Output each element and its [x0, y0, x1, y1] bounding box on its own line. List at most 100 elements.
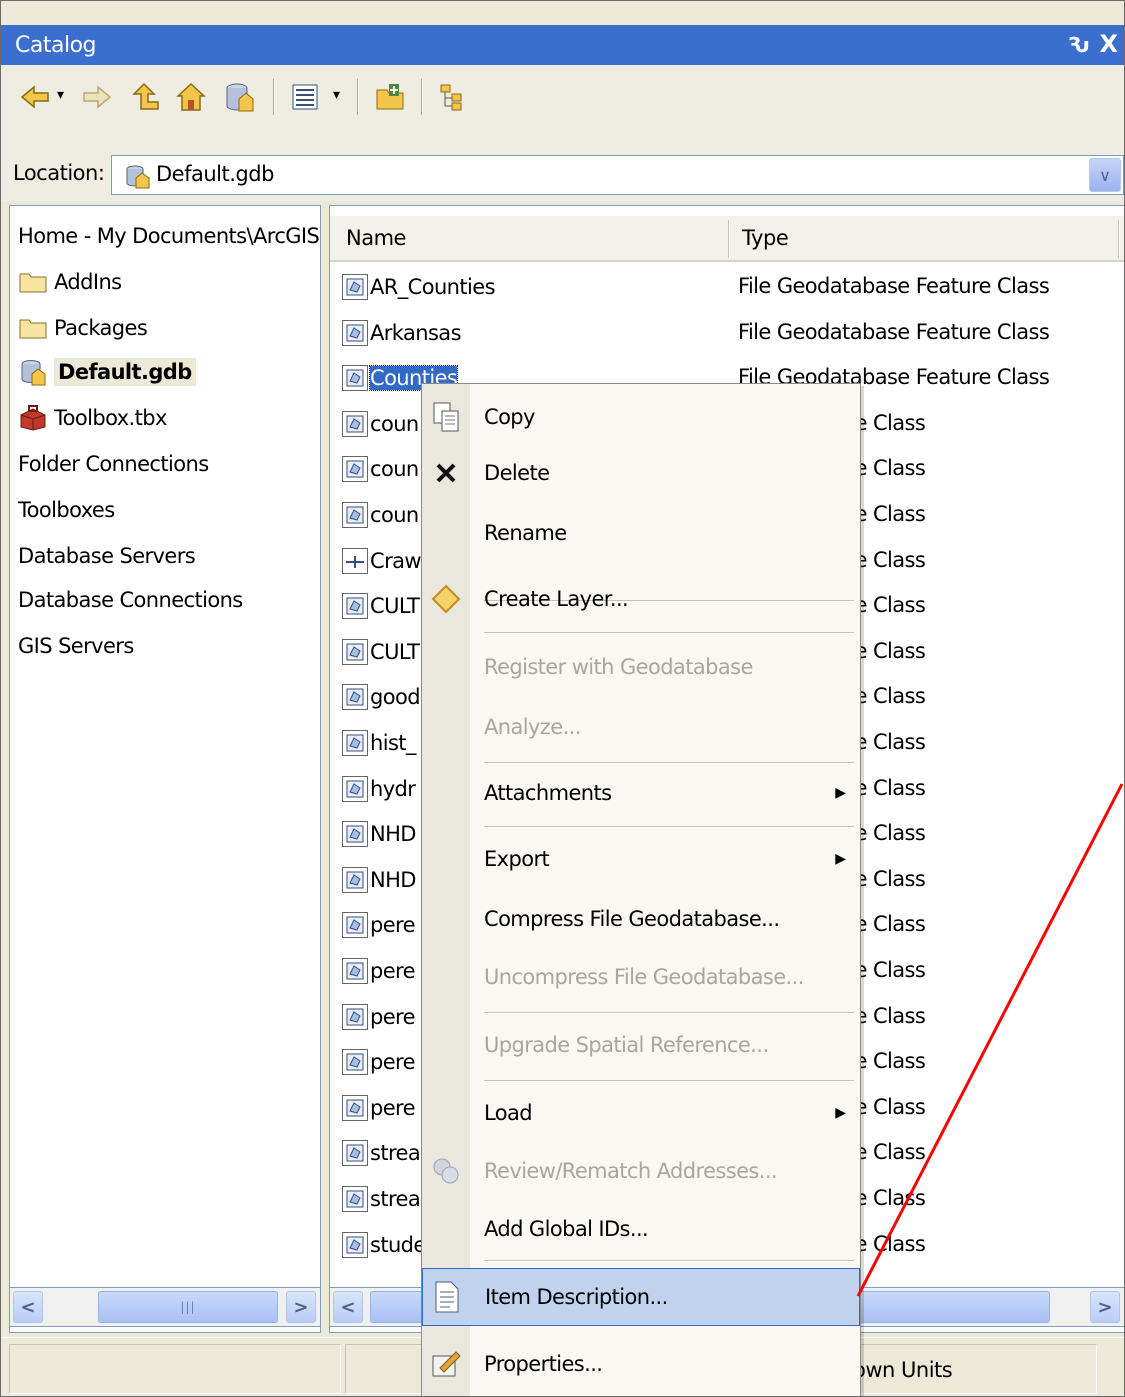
toggle-contents-panel-icon[interactable]	[435, 79, 471, 115]
tree-item-database-servers[interactable]: Database Servers	[18, 536, 196, 576]
polygon-feature-class-icon	[342, 684, 368, 711]
tree-item-folder-connections[interactable]: Folder Connections	[18, 444, 209, 484]
menu-item-export[interactable]: Export ▶	[422, 834, 860, 884]
row-name: pere	[342, 1094, 416, 1121]
chevron-down-icon[interactable]: ∨	[1089, 158, 1121, 192]
scroll-thumb[interactable]: |||	[98, 1291, 278, 1323]
polygon-feature-class-icon	[342, 730, 368, 756]
row-name: NHD	[342, 866, 416, 893]
polygon-feature-class-icon	[342, 1094, 368, 1121]
menu-item-label: Create Layer...	[484, 587, 629, 611]
pin-icon[interactable]: Ԅ	[1068, 33, 1090, 57]
toolbox-icon	[18, 404, 48, 432]
title-bar[interactable]: Catalog Ԅ X	[1, 25, 1124, 65]
menu-item-label: Load	[484, 1101, 533, 1125]
menu-item-label: Compress File Geodatabase...	[484, 907, 780, 931]
menu-item-properties[interactable]: Properties...	[422, 1338, 860, 1390]
polygon-feature-class-icon	[342, 502, 368, 528]
polygon-feature-class-icon	[342, 912, 368, 939]
menu-item-add-global-ids[interactable]: Add Global IDs...	[422, 1204, 860, 1254]
menu-item-load[interactable]: Load ▶	[422, 1088, 860, 1138]
menu-item-label: Item Description...	[485, 1285, 668, 1309]
tree-item-gis-servers[interactable]: GIS Servers	[18, 626, 134, 666]
table-row[interactable]: Arkansas File Geodatabase Feature Class	[330, 312, 1124, 358]
polygon-feature-class-icon	[342, 1049, 368, 1076]
polygon-feature-class-icon	[342, 866, 368, 893]
menu-item-label: Properties...	[484, 1352, 603, 1376]
menu-item-analyze[interactable]: Analyze...	[422, 702, 860, 752]
close-icon[interactable]: X	[1099, 30, 1118, 58]
polygon-feature-class-icon	[342, 958, 368, 984]
scroll-right-icon[interactable]: >	[1090, 1291, 1120, 1323]
back-icon[interactable]	[17, 79, 53, 115]
submenu-arrow-icon: ▶	[835, 785, 846, 801]
table-row[interactable]: AR_Counties File Geodatabase Feature Clas…	[330, 266, 1124, 312]
polygon-feature-class-icon	[342, 1140, 368, 1167]
back-dropdown-icon[interactable]: ▾	[57, 87, 64, 103]
row-name: good	[342, 684, 421, 711]
tree-item-packages[interactable]: Packages	[18, 308, 148, 348]
polygon-feature-class-icon	[342, 274, 368, 300]
menu-item-review-rematch-addresses[interactable]: Review/Rematch Addresses...	[422, 1146, 860, 1196]
tree-item-toolboxes[interactable]: Toolboxes	[18, 490, 115, 530]
menu-separator	[484, 632, 854, 634]
tree-item-default-gdb[interactable]: Default.gdb	[18, 352, 196, 392]
folder-icon	[18, 268, 48, 296]
polygon-feature-class-icon	[342, 1003, 368, 1030]
menu-item-copy[interactable]: Copy	[422, 392, 860, 442]
tree-item-home[interactable]: Home - My Documents\ArcGIS	[18, 216, 320, 256]
column-header-name[interactable]: Name	[346, 226, 406, 250]
location-combobox[interactable]: Default.gdb ∨	[111, 155, 1124, 195]
scroll-left-icon[interactable]: <	[13, 1291, 43, 1323]
scroll-right-icon[interactable]: >	[286, 1291, 316, 1323]
menu-separator	[484, 1080, 854, 1082]
tree-item-database-connections[interactable]: Database Connections	[18, 580, 243, 620]
menu-item-create-layer[interactable]: Create Layer...	[422, 574, 860, 624]
submenu-arrow-icon: ▶	[835, 1105, 846, 1121]
menu-item-label: Copy	[484, 405, 535, 429]
forward-icon[interactable]	[79, 79, 115, 115]
menu-item-label: Rename	[484, 521, 567, 545]
location-label: Location:	[13, 161, 105, 185]
views-icon[interactable]	[287, 79, 323, 115]
menu-item-rename[interactable]: Rename	[422, 508, 860, 558]
item-description-icon	[429, 1279, 465, 1315]
row-name: strea	[342, 1140, 421, 1167]
delete-icon	[428, 455, 464, 491]
polygon-feature-class-icon	[342, 319, 368, 346]
polygon-feature-class-icon	[342, 365, 368, 392]
menu-item-uncompress-file-geodatabase[interactable]: Uncompress File Geodatabase...	[422, 952, 860, 1002]
menu-item-label: Delete	[484, 461, 550, 485]
menu-item-label: Uncompress File Geodatabase...	[484, 965, 804, 989]
menu-item-compress-file-geodatabase[interactable]: Compress File Geodatabase...	[422, 894, 860, 944]
column-header-type[interactable]: Type	[742, 226, 789, 250]
menu-item-label: Export	[484, 847, 550, 871]
submenu-arrow-icon: ▶	[835, 851, 846, 867]
copy-icon	[428, 399, 464, 435]
up-one-level-icon[interactable]	[127, 79, 163, 115]
menu-item-register-with-geodatabase[interactable]: Register with Geodatabase	[422, 642, 860, 692]
row-type: File Geodatabase Feature Class	[738, 319, 1050, 344]
catalog-window: Catalog Ԅ X ▾ ▾ Location: Default.gdb ∨ …	[0, 0, 1125, 1397]
tree-item-addins[interactable]: AddIns	[18, 262, 122, 302]
menu-item-upgrade-spatial-reference[interactable]: Upgrade Spatial Reference...	[422, 1020, 860, 1070]
scroll-left-icon[interactable]: <	[333, 1291, 363, 1323]
row-name: NHD	[342, 821, 416, 848]
row-name: Craw	[342, 547, 422, 574]
polygon-feature-class-icon	[342, 775, 368, 802]
views-dropdown-icon[interactable]: ▾	[333, 87, 340, 103]
layer-icon	[428, 581, 464, 617]
menu-item-attachments[interactable]: Attachments ▶	[422, 768, 860, 818]
list-header: Name Type	[330, 216, 1124, 262]
polygon-feature-class-icon	[342, 1231, 368, 1258]
review-addresses-icon	[428, 1153, 464, 1189]
menu-item-item-description[interactable]: Item Description...	[422, 1268, 860, 1326]
tree-horizontal-scrollbar[interactable]: < ||| >	[9, 1287, 321, 1327]
tree-item-toolbox[interactable]: Toolbox.tbx	[18, 398, 167, 438]
connect-to-folder-icon[interactable]	[373, 79, 409, 115]
default-geodatabase-icon[interactable]	[221, 79, 257, 115]
home-folder-icon[interactable]	[173, 79, 209, 115]
menu-item-label: Attachments	[484, 781, 612, 805]
menu-item-delete[interactable]: Delete	[422, 448, 860, 498]
folder-icon	[18, 314, 48, 342]
